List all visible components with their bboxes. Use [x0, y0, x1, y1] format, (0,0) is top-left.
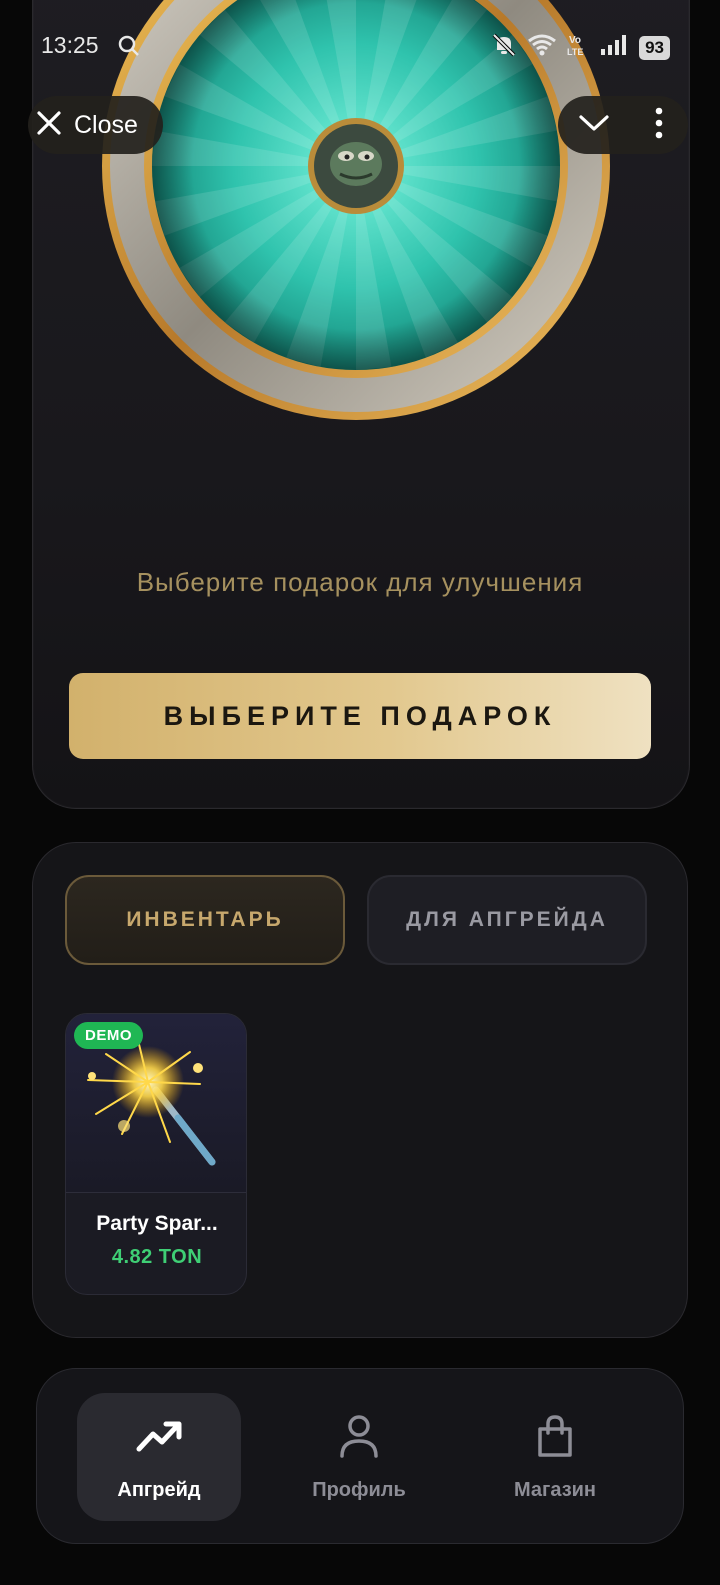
nav-item-profile[interactable]: Профиль	[277, 1393, 441, 1521]
svg-text:LTE: LTE	[567, 47, 583, 57]
inventory-card: ИНВЕНТАРЬ ДЛЯ АПГРЕЙДА DEMO Party Spar..…	[32, 842, 688, 1338]
nav-label-upgrade: Апгрейд	[117, 1479, 201, 1501]
more-menu-button[interactable]	[630, 96, 688, 154]
search-icon	[117, 34, 141, 63]
nav-label-shop: Магазин	[513, 1479, 597, 1501]
nav-item-upgrade[interactable]: Апгрейд	[77, 1393, 241, 1521]
trending-up-icon	[136, 1413, 182, 1459]
gift-card-divider	[66, 1192, 246, 1193]
close-button[interactable]: Close	[28, 96, 163, 154]
more-vertical-icon	[654, 107, 664, 144]
user-icon	[339, 1413, 379, 1459]
svg-text:Vo: Vo	[569, 35, 581, 46]
nav-label-profile: Профиль	[312, 1479, 406, 1501]
nav-item-shop[interactable]: Магазин	[473, 1393, 637, 1521]
choose-gift-button[interactable]: ВЫБЕРИТЕ ПОДАРОК	[69, 673, 651, 759]
signal-icon	[599, 33, 629, 62]
collapse-button[interactable]	[558, 96, 630, 154]
volte-icon: Vo LTE	[567, 32, 589, 63]
tab-inventory[interactable]: ИНВЕНТАРЬ	[65, 875, 345, 965]
battery-icon: 93	[639, 35, 670, 60]
close-label: Close	[74, 110, 138, 139]
upgrade-subtitle: Выберите подарок для улучшения	[136, 567, 584, 597]
wifi-icon	[527, 33, 557, 62]
gift-card[interactable]: DEMO Party Spar... 4.82 TON	[65, 1013, 247, 1295]
tab-for-upgrade[interactable]: ДЛЯ АПГРЕЙДА	[367, 875, 647, 965]
status-bar: 13:25 Vo LTE 93	[0, 0, 720, 92]
chevron-down-icon	[578, 113, 610, 138]
close-icon	[32, 106, 66, 145]
bottom-nav: Апгрейд Профиль Магазин	[36, 1368, 684, 1544]
pepe-avatar-icon	[330, 142, 382, 186]
demo-badge: DEMO	[74, 1022, 143, 1049]
mute-icon	[491, 32, 517, 63]
shopping-bag-icon	[535, 1413, 575, 1459]
header-actions	[558, 96, 688, 154]
gift-price: 4.82 TON	[111, 1246, 203, 1268]
gift-name: Party Spar...	[96, 1212, 218, 1235]
status-time: 13:25	[41, 32, 99, 58]
